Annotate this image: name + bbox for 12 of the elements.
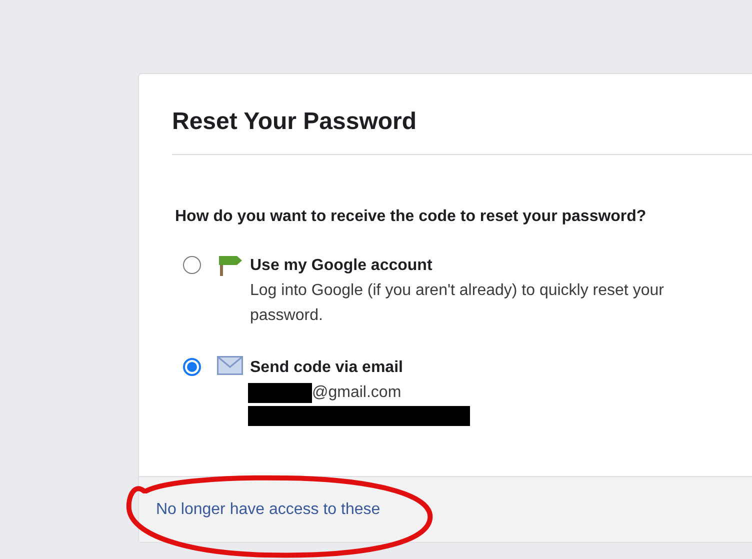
- radio-button[interactable]: [183, 358, 201, 376]
- question-text: How do you want to receive the code to reset your password?: [175, 207, 648, 227]
- option-title: Send code via email: [250, 358, 404, 378]
- radio-button[interactable]: [183, 256, 201, 274]
- signpost-icon: [217, 254, 243, 276]
- option-title: Use my Google account: [250, 256, 434, 276]
- dialog-title: Reset Your Password: [172, 108, 418, 136]
- no-access-link[interactable]: No longer have access to these: [156, 501, 380, 518]
- option-description: Log into Google (if you aren't already) to quickly reset your password.: [250, 281, 665, 326]
- email-address: @gmail.com: [312, 383, 402, 403]
- envelope-icon: [217, 356, 243, 375]
- redaction-bar: [248, 382, 312, 402]
